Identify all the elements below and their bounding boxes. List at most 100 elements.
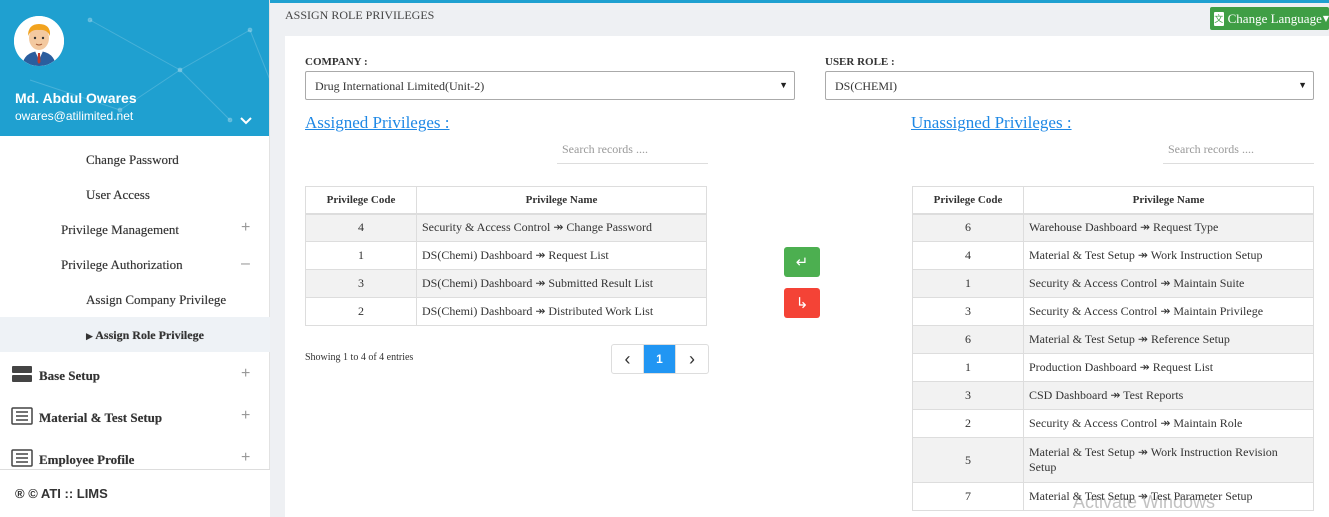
privilege-code-cell: 3 (305, 269, 417, 298)
sidebar-item-base-setup[interactable]: Base Setup (39, 368, 100, 384)
sidebar-item-material-test-setup[interactable]: Material & Test Setup (39, 410, 162, 426)
translate-icon: 文 (1214, 11, 1224, 26)
privilege-code-cell: 6 (912, 213, 1024, 242)
company-label: COMPANY : (305, 56, 368, 68)
company-select-value: Drug International Limited(Unit-2) (315, 79, 485, 93)
company-select[interactable]: Drug International Limited(Unit-2) ▼ (305, 71, 795, 100)
page-1-button[interactable]: 1 (644, 345, 676, 373)
privilege-name-cell: Security & Access Control ↠ Maintain Pri… (1023, 297, 1314, 326)
privilege-code-cell: 1 (912, 269, 1024, 298)
assigned-privileges-table: Privilege Code Privilege Name 4 Security … (305, 186, 707, 326)
unassigned-search-input[interactable] (1163, 136, 1314, 164)
user-name: Md. Abdul Owares (15, 90, 137, 106)
unassigned-privileges-title[interactable]: Unassigned Privileges : (911, 113, 1072, 133)
return-arrow-icon: ↵ (795, 253, 809, 271)
user-email: owares@atilimited.net (15, 109, 134, 123)
collapse-icon[interactable]: – (241, 255, 250, 273)
privilege-name-cell: Material & Test Setup ↠ Reference Setup (1023, 325, 1314, 354)
privilege-code-cell: 1 (912, 353, 1024, 382)
expand-icon[interactable]: + (241, 365, 250, 383)
sidebar-item-label: Assign Role Privilege (95, 328, 204, 342)
privilege-name-cell: Material & Test Setup ↠ Work Instruction… (1023, 241, 1314, 270)
user-role-label: USER ROLE : (825, 56, 895, 68)
sidebar-footer: ® © ATI :: LIMS (0, 469, 270, 517)
user-role-select-value: DS(CHEMI) (835, 79, 897, 93)
sidebar-item-privilege-management[interactable]: Privilege Management (61, 222, 179, 238)
privilege-code-cell: 6 (912, 325, 1024, 354)
table-row[interactable]: 2 DS(Chemi) Dashboard ↠ Distributed Work … (305, 297, 707, 326)
expand-icon[interactable]: + (241, 449, 250, 467)
caret-right-icon: ▶ (86, 332, 93, 342)
user-profile-panel: Md. Abdul Owares owares@atilimited.net (0, 0, 269, 136)
table-row[interactable]: 1 Security & Access Control ↠ Maintain Su… (912, 269, 1314, 298)
change-language-label: Change Language (1227, 10, 1322, 26)
column-header-privilege-code[interactable]: Privilege Code (912, 186, 1024, 215)
table-header-row: Privilege Code Privilege Name (912, 186, 1314, 215)
table-row[interactable]: 6 Warehouse Dashboard ↠ Request Type (912, 213, 1314, 242)
sidebar-item-user-access[interactable]: User Access (86, 187, 150, 203)
top-accent-bar (270, 0, 1329, 3)
change-language-button[interactable]: 文 Change Language ▼ (1210, 7, 1329, 30)
assign-privilege-button[interactable]: ↵ (784, 247, 820, 277)
table-row[interactable]: 4 Material & Test Setup ↠ Work Instructio… (912, 241, 1314, 270)
privilege-name-cell: Production Dashboard ↠ Request List (1023, 353, 1314, 382)
dropdown-arrow-icon: ▼ (1298, 80, 1307, 90)
privilege-code-cell: 3 (912, 381, 1024, 410)
privilege-code-cell: 5 (912, 437, 1024, 483)
server-icon (12, 366, 32, 382)
privilege-name-cell: CSD Dashboard ↠ Test Reports (1023, 381, 1314, 410)
assigned-privileges-title[interactable]: Assigned Privileges : (305, 113, 450, 133)
privilege-name-cell: Security & Access Control ↠ Maintain Sui… (1023, 269, 1314, 298)
privilege-code-cell: 1 (305, 241, 417, 270)
sidebar-item-assign-company-privilege[interactable]: Assign Company Privilege (86, 292, 226, 308)
table-info-text: Showing 1 to 4 of 4 entries (305, 352, 414, 363)
column-header-privilege-name[interactable]: Privilege Name (416, 186, 707, 215)
table-row[interactable]: 4 Security & Access Control ↠ Change Pass… (305, 213, 707, 242)
privilege-code-cell: 4 (305, 213, 417, 242)
prev-page-button[interactable]: ‹ (612, 345, 644, 373)
dropdown-arrow-icon: ▼ (779, 80, 788, 90)
pagination: ‹ 1 › (611, 344, 709, 374)
privilege-name-cell: DS(Chemi) Dashboard ↠ Distributed Work L… (416, 297, 707, 326)
privilege-name-cell: Security & Access Control ↠ Maintain Rol… (1023, 409, 1314, 438)
windows-activation-watermark: Activate Windows (1073, 492, 1216, 512)
table-row[interactable]: 3 CSD Dashboard ↠ Test Reports (912, 381, 1314, 410)
privilege-code-cell: 3 (912, 297, 1024, 326)
privilege-code-cell: 7 (912, 482, 1024, 511)
privilege-code-cell: 2 (305, 297, 417, 326)
sidebar-item-privilege-authorization[interactable]: Privilege Authorization (61, 257, 183, 273)
column-header-privilege-code[interactable]: Privilege Code (305, 186, 417, 215)
privilege-name-cell: Material & Test Setup ↠ Work Instruction… (1023, 437, 1314, 483)
unassign-privilege-button[interactable]: ↳ (784, 288, 820, 318)
privilege-name-cell: DS(Chemi) Dashboard ↠ Request List (416, 241, 707, 270)
sidebar: Md. Abdul Owares owares@atilimited.net C… (0, 0, 270, 517)
expand-icon[interactable]: + (241, 219, 250, 237)
sidebar-item-employee-profile[interactable]: Employee Profile (39, 452, 134, 468)
privilege-name-cell: Security & Access Control ↠ Change Passw… (416, 213, 707, 242)
next-page-button[interactable]: › (676, 345, 708, 373)
assigned-search-input[interactable] (557, 136, 708, 164)
list-icon (11, 449, 33, 467)
table-row[interactable]: 5 Material & Test Setup ↠ Work Instructio… (912, 437, 1314, 483)
list-icon (11, 407, 33, 425)
table-row[interactable]: 3 DS(Chemi) Dashboard ↠ Submitted Result … (305, 269, 707, 298)
privilege-code-cell: 4 (912, 241, 1024, 270)
privilege-name-cell: DS(Chemi) Dashboard ↠ Submitted Result L… (416, 269, 707, 298)
chevron-down-icon[interactable] (238, 112, 254, 128)
caret-down-icon: ▼ (1322, 14, 1329, 23)
user-role-select[interactable]: DS(CHEMI) ▼ (825, 71, 1314, 100)
page-title: ASSIGN ROLE PRIVILEGES (285, 8, 435, 22)
privilege-code-cell: 2 (912, 409, 1024, 438)
table-row[interactable]: 6 Material & Test Setup ↠ Reference Setup (912, 325, 1314, 354)
table-row[interactable]: 1 Production Dashboard ↠ Request List (912, 353, 1314, 382)
privilege-name-cell: Warehouse Dashboard ↠ Request Type (1023, 213, 1314, 242)
sidebar-item-change-password[interactable]: Change Password (86, 152, 179, 168)
table-row[interactable]: 3 Security & Access Control ↠ Maintain Pr… (912, 297, 1314, 326)
table-row[interactable]: 1 DS(Chemi) Dashboard ↠ Request List (305, 241, 707, 270)
unassigned-privileges-table: Privilege Code Privilege Name 6 Warehouse… (912, 186, 1314, 511)
table-row[interactable]: 2 Security & Access Control ↠ Maintain Ro… (912, 409, 1314, 438)
sidebar-item-assign-role-privilege[interactable]: ▶ Assign Role Privilege (86, 328, 204, 343)
avatar[interactable] (14, 16, 64, 66)
expand-icon[interactable]: + (241, 407, 250, 425)
column-header-privilege-name[interactable]: Privilege Name (1023, 186, 1314, 215)
